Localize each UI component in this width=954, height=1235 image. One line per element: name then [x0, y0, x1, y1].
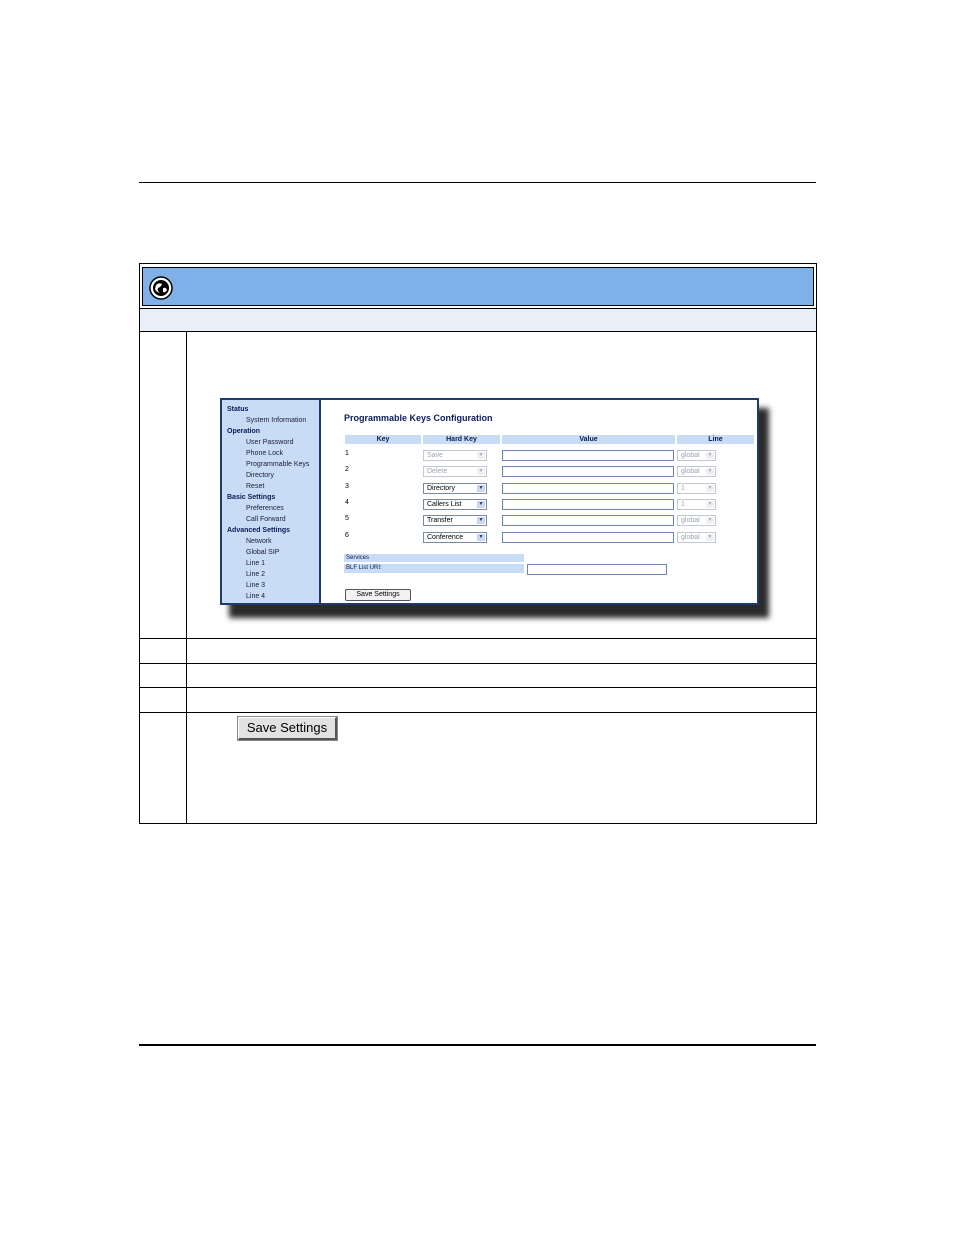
sidebar-item[interactable]: Call Forward: [222, 514, 319, 525]
column-header-hard-key: Hard Key: [423, 435, 500, 444]
chevron-down-icon: ▼: [477, 533, 485, 541]
hard-key-select[interactable]: Transfer ▼: [423, 515, 487, 527]
line-select[interactable]: global ▼: [677, 466, 716, 478]
header-rule: [139, 182, 816, 183]
hard-key-select-value: Conference: [427, 533, 464, 541]
webui-screenshot: Status System Information Operation User Pa…: [220, 398, 759, 605]
hard-key-select[interactable]: Conference ▼: [423, 531, 487, 543]
chevron-down-icon: ▼: [477, 452, 485, 459]
chevron-down-icon: ▼: [706, 452, 714, 459]
line-select-value: global: [681, 452, 700, 459]
key-value-input[interactable]: [502, 498, 674, 510]
procedure-title-bar: [142, 267, 814, 306]
chevron-down-icon: ▼: [477, 468, 485, 476]
key-number: 2: [345, 466, 349, 474]
key-value-input[interactable]: [502, 450, 674, 461]
chevron-down-icon: ▼: [706, 468, 714, 476]
sidebar-item[interactable]: Programmable Keys: [222, 459, 319, 470]
column-header-line: Line: [677, 435, 754, 444]
line-select-value: global: [681, 533, 700, 541]
blf-list-uri-input[interactable]: [527, 564, 667, 575]
column-header-value: Value: [502, 435, 675, 444]
sidebar-item[interactable]: Network: [222, 536, 319, 547]
sidebar-section-heading: Operation: [227, 428, 261, 435]
hard-key-select-value: Save: [427, 452, 443, 459]
hard-key-select-value: Delete: [427, 468, 448, 476]
key-value-input[interactable]: [502, 531, 674, 543]
row-divider: [140, 712, 816, 713]
sidebar-item[interactable]: Directory: [222, 470, 319, 481]
webui-sidebar: Status System Information Operation User Pa…: [222, 400, 321, 603]
chevron-down-icon: ▼: [477, 500, 485, 508]
column-header-key: Key: [345, 435, 421, 444]
chevron-down-icon: ▼: [706, 484, 714, 492]
key-number: 1: [345, 450, 349, 457]
hard-key-select-value: Directory: [427, 484, 456, 492]
hard-key-select-value: Callers List: [427, 500, 462, 508]
key-value-input[interactable]: [502, 515, 674, 527]
row-divider: [140, 687, 816, 688]
line-select[interactable]: 1 ▼: [677, 482, 716, 494]
globe-icon: [149, 276, 173, 300]
sidebar-section-heading: Basic Settings: [227, 494, 276, 501]
key-number: 6: [345, 531, 349, 539]
chevron-down-icon: ▼: [706, 500, 714, 508]
sidebar-item[interactable]: System Information: [222, 415, 319, 426]
key-number: 5: [345, 515, 349, 523]
step-column-divider: [186, 332, 187, 823]
save-settings-button[interactable]: Save Settings: [237, 716, 338, 741]
sidebar-item[interactable]: Line 1: [222, 558, 319, 569]
webui-main: Programmable Keys Configuration Key Hard…: [321, 400, 757, 603]
hard-key-select[interactable]: Delete ▼: [423, 466, 487, 478]
sidebar-item[interactable]: Global SIP: [222, 547, 319, 558]
key-value-input[interactable]: [502, 466, 674, 478]
sidebar-item[interactable]: User Password: [222, 437, 319, 448]
line-select-value: global: [681, 468, 700, 476]
row-divider: [140, 663, 816, 664]
sidebar-section-heading: Advanced Settings: [227, 527, 291, 534]
sidebar-item[interactable]: Line 5: [222, 602, 319, 603]
line-select-value: global: [681, 517, 700, 525]
hard-key-select-value: Transfer: [427, 517, 453, 525]
sidebar-item[interactable]: Preferences: [222, 503, 319, 514]
key-value-input[interactable]: [502, 482, 674, 494]
chevron-down-icon: ▼: [477, 484, 485, 492]
sidebar-item[interactable]: Phone Lock: [222, 448, 319, 459]
footer-rule: [139, 1044, 816, 1046]
chevron-down-icon: ▼: [706, 517, 714, 525]
chevron-down-icon: ▼: [477, 517, 485, 525]
sidebar-item[interactable]: Line 2: [222, 569, 319, 580]
line-select[interactable]: global ▼: [677, 450, 716, 461]
sidebar-section-heading: Status: [227, 406, 249, 413]
procedure-subheader: [140, 308, 816, 332]
hard-key-select[interactable]: Save ▼: [423, 450, 487, 461]
sidebar-item[interactable]: Reset: [222, 481, 319, 492]
line-select[interactable]: global ▼: [677, 515, 716, 527]
line-select[interactable]: 1 ▼: [677, 498, 716, 510]
hard-key-select[interactable]: Directory ▼: [423, 482, 487, 494]
services-header: Services: [344, 554, 524, 562]
sidebar-item[interactable]: Line 4: [222, 591, 319, 602]
chevron-down-icon: ▼: [706, 533, 714, 541]
line-select[interactable]: global ▼: [677, 531, 716, 543]
hard-key-select[interactable]: Callers List ▼: [423, 498, 487, 510]
page-title: Programmable Keys Configuration: [344, 413, 493, 423]
sidebar-item[interactable]: Line 3: [222, 580, 319, 591]
webui-save-settings-button[interactable]: Save Settings: [345, 589, 411, 601]
row-divider: [140, 638, 816, 639]
key-number: 3: [345, 482, 349, 490]
line-select-value: 1: [681, 484, 685, 492]
key-number: 4: [345, 498, 349, 506]
line-select-value: 1: [681, 500, 685, 508]
blf-list-uri-label: BLF List URI:: [344, 564, 524, 573]
